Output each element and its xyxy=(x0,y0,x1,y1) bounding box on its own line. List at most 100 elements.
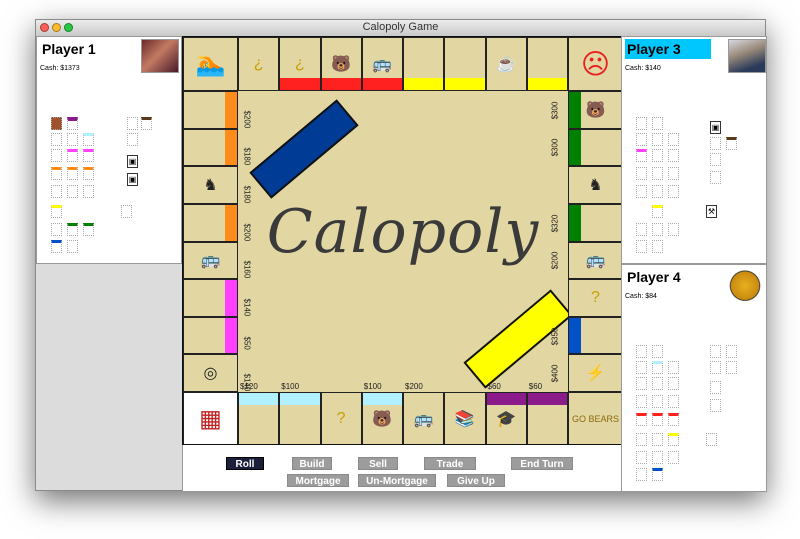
property-card[interactable] xyxy=(67,185,78,198)
property-card[interactable] xyxy=(668,433,679,446)
property-card[interactable] xyxy=(67,117,78,130)
board-space-bottom[interactable]: 🚌 xyxy=(403,392,445,444)
board-space-left[interactable] xyxy=(183,128,238,167)
property-card[interactable] xyxy=(636,117,647,130)
property-card[interactable] xyxy=(652,468,663,481)
board-space-bottom[interactable]: 🐻 xyxy=(361,392,403,444)
board-space-left[interactable] xyxy=(183,316,238,355)
board-space-right[interactable]: 🚌 xyxy=(568,241,621,280)
property-card[interactable] xyxy=(83,185,94,198)
property-card[interactable] xyxy=(710,361,721,374)
property-card[interactable] xyxy=(668,185,679,198)
board-space-left[interactable] xyxy=(183,91,238,129)
board-space-bottom[interactable]: 📚 xyxy=(444,392,486,444)
board-space-left[interactable]: 🚌 xyxy=(183,241,238,280)
board-space-top[interactable]: ¿$220 xyxy=(279,37,321,91)
property-card[interactable] xyxy=(726,345,737,358)
board-space-right[interactable]: ⚡ xyxy=(568,354,621,392)
property-card[interactable] xyxy=(127,117,138,130)
property-card[interactable] xyxy=(83,149,94,162)
board-space-right[interactable]: ♞ xyxy=(568,166,621,204)
board-space-top[interactable]: $260 xyxy=(403,37,445,91)
property-card[interactable] xyxy=(652,133,663,146)
property-card[interactable] xyxy=(636,133,647,146)
shovel-icon[interactable]: ⚒ xyxy=(706,205,717,218)
property-card[interactable] xyxy=(83,223,94,236)
property-card[interactable] xyxy=(636,345,647,358)
board-space-right[interactable]: 🐻 xyxy=(568,91,621,129)
bus-icon[interactable]: ▣ xyxy=(710,121,721,134)
property-card[interactable] xyxy=(51,223,62,236)
board-space-left[interactable]: ♞ xyxy=(183,166,238,204)
property-card[interactable] xyxy=(668,377,679,390)
bus-icon[interactable]: ▣ xyxy=(127,155,138,168)
board-space-top[interactable]: $280 xyxy=(526,37,568,91)
property-card[interactable] xyxy=(636,149,647,162)
property-card[interactable] xyxy=(51,240,62,253)
board-space-top[interactable]: 🐻$240 xyxy=(320,37,362,91)
property-card[interactable] xyxy=(652,395,663,408)
property-card[interactable] xyxy=(67,149,78,162)
property-card[interactable] xyxy=(51,117,62,130)
board-space-left[interactable] xyxy=(183,203,238,242)
property-card[interactable] xyxy=(636,167,647,180)
bus-icon[interactable]: ▣ xyxy=(127,173,138,186)
board-space-top[interactable]: $260 xyxy=(444,37,486,91)
board-space-bottom[interactable]: ? xyxy=(320,392,362,444)
sell-button[interactable]: Sell xyxy=(358,457,398,470)
board-space-top[interactable]: 🚌$200 xyxy=(361,37,403,91)
property-card[interactable] xyxy=(652,167,663,180)
property-card[interactable] xyxy=(636,433,647,446)
property-card[interactable] xyxy=(636,377,647,390)
property-card[interactable] xyxy=(636,395,647,408)
property-card[interactable] xyxy=(710,345,721,358)
mortgage-button[interactable]: Mortgage xyxy=(287,474,349,487)
board-space-right[interactable]: ? xyxy=(568,279,621,317)
property-card[interactable] xyxy=(668,413,679,426)
board-space-top[interactable]: ☕$150 xyxy=(485,37,527,91)
property-card[interactable] xyxy=(668,223,679,236)
property-card[interactable] xyxy=(710,171,721,184)
property-card[interactable] xyxy=(121,205,132,218)
property-card[interactable] xyxy=(51,133,62,146)
property-card[interactable] xyxy=(652,433,663,446)
property-card[interactable] xyxy=(83,133,94,146)
property-card[interactable] xyxy=(668,361,679,374)
property-card[interactable] xyxy=(83,167,94,180)
property-card[interactable] xyxy=(636,240,647,253)
property-card[interactable] xyxy=(668,149,679,162)
board-space-right[interactable] xyxy=(568,316,621,355)
property-card[interactable] xyxy=(652,345,663,358)
property-card[interactable] xyxy=(652,117,663,130)
property-card[interactable] xyxy=(636,223,647,236)
trade-button[interactable]: Trade xyxy=(424,457,476,470)
board-space-left[interactable]: ◎ xyxy=(183,354,238,392)
board-space-bottom[interactable]: 🎓 xyxy=(485,392,527,444)
property-card[interactable] xyxy=(652,413,663,426)
property-card[interactable] xyxy=(710,137,721,150)
property-card[interactable] xyxy=(668,395,679,408)
build-button[interactable]: Build xyxy=(292,457,332,470)
give-up-button[interactable]: Give Up xyxy=(447,474,505,487)
board-space-bottom[interactable] xyxy=(238,392,280,444)
property-card[interactable] xyxy=(652,223,663,236)
property-card[interactable] xyxy=(127,133,138,146)
property-card[interactable] xyxy=(51,185,62,198)
property-card[interactable] xyxy=(652,149,663,162)
property-card[interactable] xyxy=(726,361,737,374)
property-card[interactable] xyxy=(652,361,663,374)
property-card[interactable] xyxy=(652,205,663,218)
property-card[interactable] xyxy=(636,361,647,374)
property-card[interactable] xyxy=(652,240,663,253)
property-card[interactable] xyxy=(51,149,62,162)
property-card[interactable] xyxy=(706,433,717,446)
end-turn-button[interactable]: End Turn xyxy=(511,457,573,470)
board-space-right[interactable] xyxy=(568,203,621,242)
property-card[interactable] xyxy=(636,413,647,426)
property-card[interactable] xyxy=(668,167,679,180)
board-space-top[interactable]: ¿$220 xyxy=(238,37,280,91)
board-space-left[interactable] xyxy=(183,279,238,317)
property-card[interactable] xyxy=(51,167,62,180)
property-card[interactable] xyxy=(668,451,679,464)
unmortgage-button[interactable]: Un-Mortgage xyxy=(358,474,436,487)
